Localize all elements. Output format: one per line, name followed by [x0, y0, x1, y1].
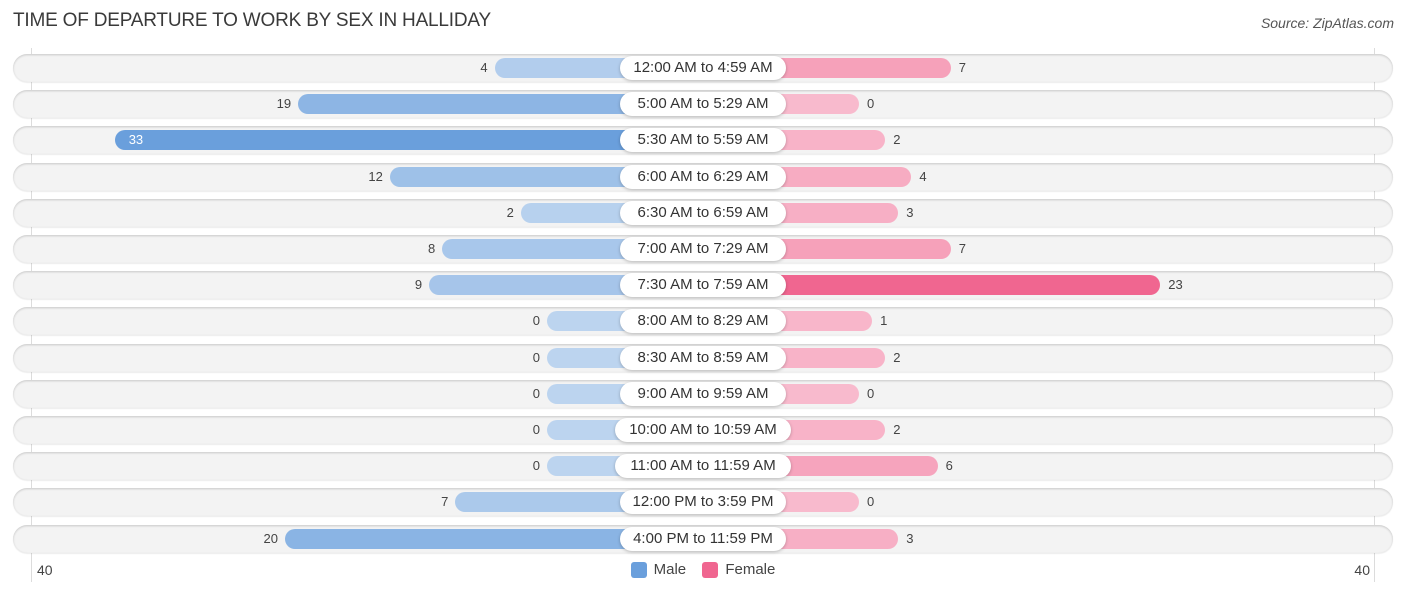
value-label-male: 2	[506, 204, 514, 220]
category-label: 8:30 AM to 8:59 AM	[620, 345, 786, 370]
value-label-male: 19	[276, 96, 292, 112]
category-label: 11:00 AM to 11:59 AM	[615, 454, 791, 479]
category-label: 8:00 AM to 8:29 AM	[620, 309, 786, 334]
value-label-female: 4	[919, 168, 927, 184]
value-label-female: 7	[958, 60, 966, 75]
value-label-female: 0	[867, 494, 875, 510]
category-label: 12:00 PM to 3:59 PM	[620, 490, 786, 515]
legend-label-female: Female	[725, 561, 776, 578]
source-label: Source: ZipAtlas.com	[1260, 15, 1394, 31]
category-label: 9:00 AM to 9:59 AM	[620, 381, 786, 406]
category-label: 6:30 AM to 6:59 AM	[620, 200, 786, 225]
category-label: 5:00 AM to 5:29 AM	[620, 92, 786, 117]
value-label-female: 3	[906, 204, 914, 220]
value-label-female: 0	[867, 385, 875, 401]
value-label-male: 9	[414, 277, 423, 293]
value-label-female: 2	[893, 349, 901, 365]
value-label-male: 33	[128, 132, 144, 148]
category-label: 6:00 AM to 6:29 AM	[620, 164, 786, 189]
value-label-male: 8	[427, 241, 436, 256]
value-label-male: 20	[263, 530, 278, 546]
value-label-male: 0	[532, 313, 540, 329]
legend: Male Female	[0, 561, 1406, 582]
value-label-female: 6	[945, 458, 953, 474]
value-label-male: 7	[441, 494, 449, 510]
value-label-female: 23	[1168, 277, 1183, 293]
value-label-female: 2	[893, 422, 901, 437]
value-label-male: 0	[532, 458, 540, 474]
category-label: 7:00 AM to 7:29 AM	[620, 237, 786, 261]
value-label-female: 0	[867, 96, 875, 112]
value-label-male: 12	[368, 168, 383, 184]
legend-swatch-male	[630, 561, 647, 578]
chart: TIME OF DEPARTURE TO WORK BY SEX IN HALL…	[0, 0, 1406, 594]
chart-title: TIME OF DEPARTURE TO WORK BY SEX IN HALL…	[13, 10, 491, 31]
legend-item-female[interactable]: Female	[702, 561, 775, 578]
value-label-male: 0	[532, 422, 540, 437]
category-label: 4:00 PM to 11:59 PM	[620, 526, 786, 551]
legend-label-male: Male	[653, 561, 687, 578]
value-label-male: 0	[532, 385, 540, 401]
value-label-female: 1	[880, 313, 888, 329]
category-label: 5:30 AM to 5:59 AM	[620, 128, 786, 153]
legend-swatch-female	[702, 561, 719, 578]
category-label: 12:00 AM to 4:59 AM	[620, 56, 786, 80]
value-label-female: 3	[906, 530, 914, 546]
value-label-male: 0	[532, 349, 540, 365]
bar-male[interactable]	[114, 130, 703, 151]
legend-item-male[interactable]: Male	[630, 561, 687, 578]
value-label-female: 2	[893, 132, 901, 148]
category-label: 10:00 AM to 10:59 AM	[615, 418, 791, 442]
category-label: 7:30 AM to 7:59 AM	[620, 273, 786, 298]
value-label-female: 7	[958, 241, 966, 256]
value-label-male: 4	[480, 60, 488, 75]
